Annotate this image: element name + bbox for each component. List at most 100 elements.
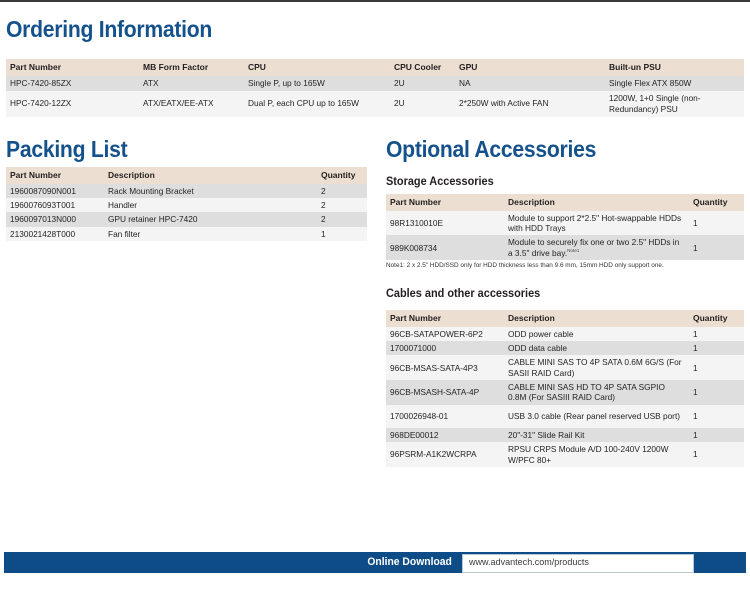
cell-part-number: HPC-7420-12ZX: [6, 90, 139, 117]
col-description: Description: [504, 310, 689, 327]
cell-part-number: 96CB-MSAS-SATA-4P3: [386, 355, 504, 381]
col-built-un-psu: Built-un PSU: [605, 59, 744, 76]
col-part-number: Part Number: [386, 310, 504, 327]
ordering-information-table: Part Number MB Form Factor CPU CPU Coole…: [6, 59, 744, 117]
cell-quantity: 1: [689, 326, 744, 341]
cell-description: Module to securely fix one or two 2.5" H…: [504, 235, 689, 261]
table-header-row: Part Number Description Quantity: [6, 167, 367, 184]
cell-cpu-cooler: 2U: [390, 75, 455, 91]
cell-gpu: NA: [455, 75, 605, 91]
packing-list-table: Part Number Description Quantity 1960087…: [6, 167, 367, 242]
col-part-number: Part Number: [6, 167, 104, 184]
cell-part-number: HPC-7420-85ZX: [6, 75, 139, 91]
cell-description: USB 3.0 cable (Rear panel reserved USB p…: [504, 404, 689, 428]
cell-description: CABLE MINI SAS TO 4P SATA 0.6M 6G/S (For…: [504, 355, 689, 381]
table-row: 96CB-MSASH-SATA-4P CABLE MINI SAS HD TO …: [386, 380, 744, 405]
cell-quantity: 1: [689, 235, 744, 261]
table-row: 1960097013N000 GPU retainer HPC-7420 2: [6, 212, 367, 227]
cell-quantity: 1: [689, 404, 744, 428]
cell-description: 20"-31" Slide Rail Kit: [504, 427, 689, 443]
cell-description: Handler: [104, 197, 317, 213]
cell-description: Module to support 2*2.5" Hot-swappable H…: [504, 210, 689, 236]
table-row: 989K008734 Module to securely fix one or…: [386, 235, 744, 261]
subsection-title-cables-and-other-accessories: Cables and other accessories: [386, 288, 541, 300]
subsection-title-storage-accessories: Storage Accessories: [386, 176, 494, 188]
cell-quantity: 2: [317, 212, 367, 227]
footnote-marker: Note1: [567, 247, 580, 253]
cell-description-text: Module to securely fix one or two 2.5" H…: [508, 237, 680, 258]
cell-part-number: 1960087090N001: [6, 183, 104, 198]
cell-cpu: Dual P, each CPU up to 165W: [244, 90, 390, 117]
cell-description: ODD power cable: [504, 326, 689, 341]
cell-part-number: 1700071000: [386, 340, 504, 356]
cell-part-number: 96CB-SATAPOWER-6P2: [386, 326, 504, 341]
table-row: 968DE00012 20"-31" Slide Rail Kit 1: [386, 427, 744, 443]
col-part-number: Part Number: [386, 194, 504, 211]
cell-quantity: 1: [689, 355, 744, 381]
cell-mb-form-factor: ATX: [139, 75, 244, 91]
col-description: Description: [104, 167, 317, 184]
table-row: 98R1310010E Module to support 2*2.5" Hot…: [386, 210, 744, 236]
cell-psu: Single Flex ATX 850W: [605, 75, 744, 91]
col-part-number: Part Number: [6, 59, 139, 76]
cell-cpu: Single P, up to 165W: [244, 75, 390, 91]
col-quantity: Quantity: [689, 310, 744, 327]
col-quantity: Quantity: [689, 194, 744, 211]
cell-cpu-cooler: 2U: [390, 90, 455, 117]
table-row: 1960076093T001 Handler 2: [6, 197, 367, 213]
table-row: 1700026948-01 USB 3.0 cable (Rear panel …: [386, 404, 744, 428]
table-row: 96CB-MSAS-SATA-4P3 CABLE MINI SAS TO 4P …: [386, 355, 744, 381]
cell-quantity: 1: [689, 380, 744, 405]
section-title-packing-list: Packing List: [6, 136, 128, 162]
cell-psu: 1200W, 1+0 Single (non-Redundancy) PSU: [605, 90, 744, 117]
table-row: 96CB-SATAPOWER-6P2 ODD power cable 1: [386, 326, 744, 341]
col-quantity: Quantity: [317, 167, 367, 184]
cell-description: GPU retainer HPC-7420: [104, 212, 317, 227]
table-row: 1960087090N001 Rack Mounting Bracket 2: [6, 183, 367, 198]
top-divider: [0, 0, 750, 2]
table-header-row: Part Number Description Quantity: [386, 310, 744, 327]
cell-part-number: 98R1310010E: [386, 210, 504, 236]
col-description: Description: [504, 194, 689, 211]
cell-description: Fan filter: [104, 226, 317, 242]
cell-description: RPSU CRPS Module A/D 100-240V 1200W W/PF…: [504, 442, 689, 467]
cell-part-number: 1960097013N000: [6, 212, 104, 227]
cell-part-number: 989K008734: [386, 235, 504, 261]
cell-quantity: 2: [317, 197, 367, 213]
col-gpu: GPU: [455, 59, 605, 76]
storage-accessories-footnote: Note1: 2 x 2.5" HDD/SSD only for HDD thi…: [386, 262, 664, 269]
cell-gpu: 2*250W with Active FAN: [455, 90, 605, 117]
table-row: HPC-7420-12ZX ATX/EATX/EE-ATX Dual P, ea…: [6, 90, 744, 117]
cell-description: CABLE MINI SAS HD TO 4P SATA SGPIO 0.8M …: [504, 380, 689, 405]
cell-quantity: 2: [317, 183, 367, 198]
cell-quantity: 1: [689, 340, 744, 356]
cell-quantity: 1: [689, 210, 744, 236]
footer-url-text[interactable]: www.advantech.com/products: [469, 557, 589, 568]
cell-part-number: 968DE00012: [386, 427, 504, 443]
cell-part-number: 96CB-MSASH-SATA-4P: [386, 380, 504, 405]
col-cpu: CPU: [244, 59, 390, 76]
cell-quantity: 1: [689, 442, 744, 467]
table-row: 2130021428T000 Fan filter 1: [6, 226, 367, 242]
col-cpu-cooler: CPU Cooler: [390, 59, 455, 76]
section-title-ordering-information: Ordering Information: [6, 16, 213, 42]
col-mb-form-factor: MB Form Factor: [139, 59, 244, 76]
cell-description: ODD data cable: [504, 340, 689, 356]
section-title-optional-accessories: Optional Accessories: [386, 136, 597, 162]
cell-quantity: 1: [689, 427, 744, 443]
cell-part-number: 1700026948-01: [386, 404, 504, 428]
table-row: 1700071000 ODD data cable 1: [386, 340, 744, 356]
table-header-row: Part Number MB Form Factor CPU CPU Coole…: [6, 59, 744, 76]
footer-online-download-label: Online Download: [367, 556, 452, 568]
table-row: HPC-7420-85ZX ATX Single P, up to 165W 2…: [6, 75, 744, 91]
datasheet-page: Ordering Information Part Number MB Form…: [0, 0, 750, 591]
cell-mb-form-factor: ATX/EATX/EE-ATX: [139, 90, 244, 117]
table-row: 96PSRM-A1K2WCRPA RPSU CRPS Module A/D 10…: [386, 442, 744, 467]
cables-accessories-table: Part Number Description Quantity 96CB-SA…: [386, 310, 744, 467]
storage-accessories-table: Part Number Description Quantity 98R1310…: [386, 194, 744, 261]
cell-part-number: 1960076093T001: [6, 197, 104, 213]
cell-part-number: 96PSRM-A1K2WCRPA: [386, 442, 504, 467]
cell-quantity: 1: [317, 226, 367, 242]
cell-description: Rack Mounting Bracket: [104, 183, 317, 198]
table-header-row: Part Number Description Quantity: [386, 194, 744, 211]
